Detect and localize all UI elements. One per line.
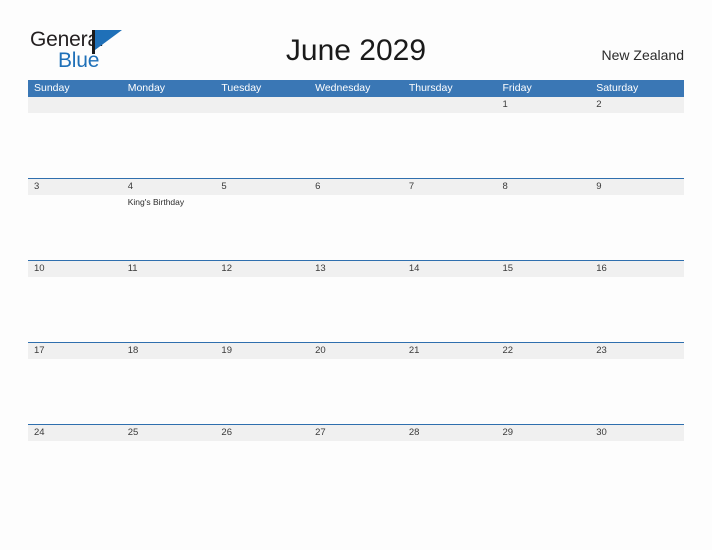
- day-number: 27: [315, 427, 326, 438]
- calendar-grid: Sunday Monday Tuesday Wednesday Thursday…: [28, 80, 684, 506]
- day-number: 9: [596, 181, 602, 192]
- day-number: 13: [315, 263, 326, 274]
- day-cell[interactable]: 20: [309, 343, 403, 424]
- calendar-week-row: 24 25 26 27 28 29 30: [28, 424, 684, 506]
- day-cell[interactable]: 6: [309, 179, 403, 260]
- day-number: 25: [127, 427, 139, 438]
- calendar-week-row: 10 11 12 13 14 15 16: [28, 260, 684, 342]
- day-number: 19: [221, 345, 232, 356]
- day-number: 26: [221, 427, 232, 438]
- day-cell[interactable]: 2: [590, 97, 684, 178]
- day-cell[interactable]: 17: [28, 343, 122, 424]
- day-number: 24: [34, 427, 45, 438]
- day-number: 2: [596, 99, 602, 110]
- day-cell[interactable]: 25: [121, 425, 216, 506]
- day-number: 3: [34, 181, 40, 192]
- day-cell[interactable]: 7: [402, 179, 497, 260]
- day-cell[interactable]: 8: [496, 179, 591, 260]
- page-header: General Blue June 2029 New Zealand: [0, 0, 712, 78]
- weekday-wednesday: Wednesday: [315, 82, 371, 94]
- day-cell[interactable]: 12: [215, 261, 310, 342]
- day-cell[interactable]: [28, 97, 122, 178]
- day-event: King's Birthday: [127, 197, 185, 207]
- day-number: 15: [502, 263, 514, 274]
- day-number: 17: [34, 345, 45, 356]
- day-cell[interactable]: 23: [590, 343, 684, 424]
- day-number: 30: [596, 427, 607, 438]
- day-cell[interactable]: 13: [309, 261, 403, 342]
- day-cell[interactable]: 24: [28, 425, 122, 506]
- day-number: 23: [596, 345, 607, 356]
- day-number: 14: [408, 263, 420, 274]
- calendar-week-row: 17 18 19 20 21 22 23: [28, 342, 684, 424]
- day-cell[interactable]: 27: [309, 425, 403, 506]
- day-cell[interactable]: 30: [590, 425, 684, 506]
- day-number: 20: [315, 345, 326, 356]
- day-number: 28: [408, 427, 420, 438]
- day-cell[interactable]: 15: [496, 261, 591, 342]
- day-cell[interactable]: 1: [496, 97, 591, 178]
- calendar-week-row: 3 4 King's Birthday 5 6 7 8 9: [28, 178, 684, 260]
- day-number: 7: [408, 181, 415, 192]
- day-number: 1: [502, 99, 508, 110]
- day-cell[interactable]: 11: [121, 261, 216, 342]
- day-cell[interactable]: [215, 97, 310, 178]
- day-cell[interactable]: 26: [215, 425, 310, 506]
- day-cell[interactable]: 22: [496, 343, 591, 424]
- day-number: 11: [127, 263, 138, 274]
- day-number: 5: [221, 181, 227, 192]
- day-number: 12: [221, 263, 232, 274]
- weekday-monday: Monday: [127, 82, 166, 94]
- day-cell[interactable]: 16: [590, 261, 684, 342]
- day-number: 29: [502, 427, 514, 438]
- day-cell[interactable]: 4 King's Birthday: [121, 179, 216, 260]
- day-cell[interactable]: 28: [402, 425, 497, 506]
- day-number: 4: [127, 181, 133, 192]
- day-cell[interactable]: 29: [496, 425, 591, 506]
- day-number: 21: [408, 345, 420, 356]
- weekday-sunday: Sunday: [34, 82, 70, 94]
- day-cell[interactable]: [121, 97, 216, 178]
- day-cell[interactable]: 21: [402, 343, 497, 424]
- weekday-thursday: Thursday: [408, 82, 453, 94]
- day-cell[interactable]: 3: [28, 179, 122, 260]
- day-number: 10: [34, 263, 45, 274]
- day-number: 8: [502, 181, 508, 192]
- day-cell[interactable]: [309, 97, 403, 178]
- weekday-tuesday: Tuesday: [221, 82, 262, 94]
- calendar-week-row: 1 2: [28, 97, 684, 178]
- day-cell[interactable]: 10: [28, 261, 122, 342]
- weekday-friday: Friday: [502, 82, 532, 94]
- day-number: 22: [502, 345, 514, 356]
- day-cell[interactable]: 18: [121, 343, 216, 424]
- day-number: 6: [315, 181, 321, 192]
- day-cell[interactable]: 5: [215, 179, 310, 260]
- calendar-weekday-header: Sunday Monday Tuesday Wednesday Thursday…: [28, 80, 684, 97]
- day-number: 16: [596, 263, 607, 274]
- day-number: 18: [127, 345, 139, 356]
- day-cell[interactable]: [402, 97, 497, 178]
- day-cell[interactable]: 14: [402, 261, 497, 342]
- day-cell[interactable]: 19: [215, 343, 310, 424]
- weekday-saturday: Saturday: [596, 82, 639, 94]
- region-label: New Zealand: [601, 47, 685, 63]
- day-cell[interactable]: 9: [590, 179, 684, 260]
